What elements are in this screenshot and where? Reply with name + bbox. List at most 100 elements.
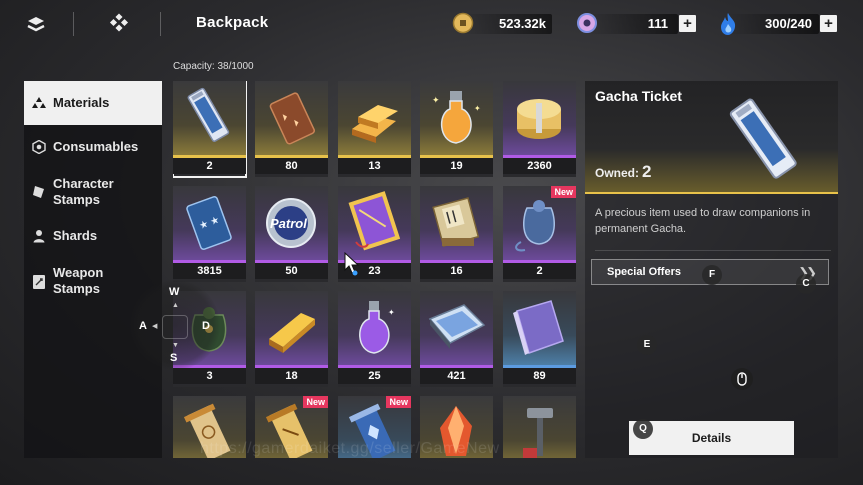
wasd-movement-hint: W ▲ A ◀ D S ▼ [130,280,220,370]
key-q-hint: Q [633,419,653,439]
materials-icon [32,96,46,110]
gacha-ticket-icon [173,81,246,155]
item-count: 16 [420,263,493,279]
stamina-resource: 300/240 + [717,12,839,36]
item-slot-coin-stack[interactable]: 2360 [503,81,576,177]
item-slot-gold-ingot[interactable]: 18 [255,291,328,387]
item-slot-bronze-ticket[interactable]: 80 [255,81,328,177]
tab-character-stamps-label: Character Stamps [53,176,114,207]
item-slot-map-sheet[interactable]: 421 [420,291,493,387]
tab-character-stamps[interactable]: Character Stamps [24,171,162,213]
mouse-icon [731,368,753,390]
detail-header: Gacha Ticket Owned: 2 [585,81,838,194]
coin-value: 523.32k [499,16,546,31]
weapon-stamp-icon [32,274,46,289]
purple-book-icon [503,291,576,365]
tab-consumables-label: Consumables [53,139,139,154]
item-count: 421 [420,368,493,384]
stamina-value: 300/240 [765,16,812,31]
item-slot-gacha-ticket[interactable]: 2 [173,81,247,178]
item-slot-patrol-badge[interactable]: Patrol 50 [255,186,328,282]
new-badge: New [303,396,328,408]
item-slot-gold-potion[interactable]: ✦ ✦ 19 [420,81,493,177]
stamina-flame-icon [717,12,739,41]
item-slot-gold-bars[interactable]: 13 [338,81,411,177]
character-stamp-icon [32,185,46,199]
key-c-hint: C [796,274,816,294]
coin-icon [452,12,474,39]
shards-icon [32,229,46,243]
item-slot-blue-pouch[interactable]: New 2 [503,186,576,282]
tab-weapon-stamps-label: Weapon Stamps [53,265,104,296]
item-description: A precious item used to draw companions … [595,207,811,235]
category-sidebar: Materials Consumables Character Stamps S… [24,81,162,458]
key-s: S [170,352,178,364]
map-sheet-icon [420,291,493,365]
svg-text:✦: ✦ [388,308,395,317]
crystal-icon [576,12,598,39]
scroll-bundle-icon [420,186,493,260]
item-slot-hammer-tool[interactable] [503,396,576,458]
svg-text:Patrol: Patrol [270,216,307,231]
top-bar: Backpack 523.32k 111 + 300/240 + [0,0,863,48]
owned-value: 2 [642,162,652,181]
item-count: 80 [255,158,328,174]
purple-tome-icon [338,186,411,260]
add-stamina-button[interactable]: + [820,15,837,32]
coin-stack-icon [503,81,576,155]
blue-ticket-icon: ★ ★ [173,186,246,260]
item-count: 2 [503,263,576,279]
item-count: 2 [173,158,246,174]
hammer-tool-icon [503,396,576,458]
purple-potion-icon: ✦ [338,291,411,365]
item-grid: 2 80 13 ✦ ✦ 19 2360 ★ ★ 3815 Patrol 50 2… [173,81,577,458]
tab-materials-label: Materials [53,95,110,110]
coin-resource: 523.32k [452,12,552,36]
divider [595,250,831,251]
layers-icon[interactable] [24,12,48,36]
item-count: 18 [255,368,328,384]
divider [73,12,74,36]
special-offers-label: Special Offers [607,266,681,278]
item-count: 50 [255,263,328,279]
key-e-hint: E [637,335,657,355]
svg-text:✦: ✦ [432,95,440,105]
new-badge: New [551,186,576,198]
gacha-ticket-icon [713,95,813,190]
crystal-resource: 111 + [576,12,700,36]
gold-potion-icon: ✦ ✦ [420,81,493,155]
key-d: D [202,320,210,332]
item-count: 3815 [173,263,246,279]
item-slot-purple-book[interactable]: 89 [503,291,576,387]
tab-shards-label: Shards [53,228,98,243]
detail-title: Gacha Ticket [595,88,682,104]
consumables-icon [32,139,46,155]
tab-materials[interactable]: Materials [24,81,162,125]
owned-count: Owned: 2 [595,162,651,182]
divider [160,12,161,36]
item-count: 13 [338,158,411,174]
tab-consumables[interactable]: Consumables [24,129,162,165]
key-f-hint: F [702,265,722,285]
details-button[interactable]: Details [629,421,794,455]
capacity-label: Capacity: 38/1000 [173,61,254,72]
owned-label: Owned: [595,166,639,180]
page-title: Backpack [196,14,269,31]
add-crystal-button[interactable]: + [679,15,696,32]
bronze-ticket-icon [255,81,328,155]
item-slot-purple-potion[interactable]: ✦ 25 [338,291,411,387]
item-count: 89 [503,368,576,384]
gold-ingot-icon [255,291,328,365]
crystal-value: 111 [647,16,668,31]
item-count: 19 [420,158,493,174]
key-w: W [169,286,180,298]
item-count: 25 [338,368,411,384]
new-badge: New [386,396,411,408]
svg-text:✦: ✦ [474,104,481,113]
tab-shards[interactable]: Shards [24,223,162,249]
item-count: 3 [173,368,246,384]
diamond-grid-icon[interactable] [107,12,131,36]
mouse-cursor-icon [344,251,360,281]
item-slot-scroll-bundle[interactable]: 16 [420,186,493,282]
item-slot-blue-ticket[interactable]: ★ ★ 3815 [173,186,246,282]
